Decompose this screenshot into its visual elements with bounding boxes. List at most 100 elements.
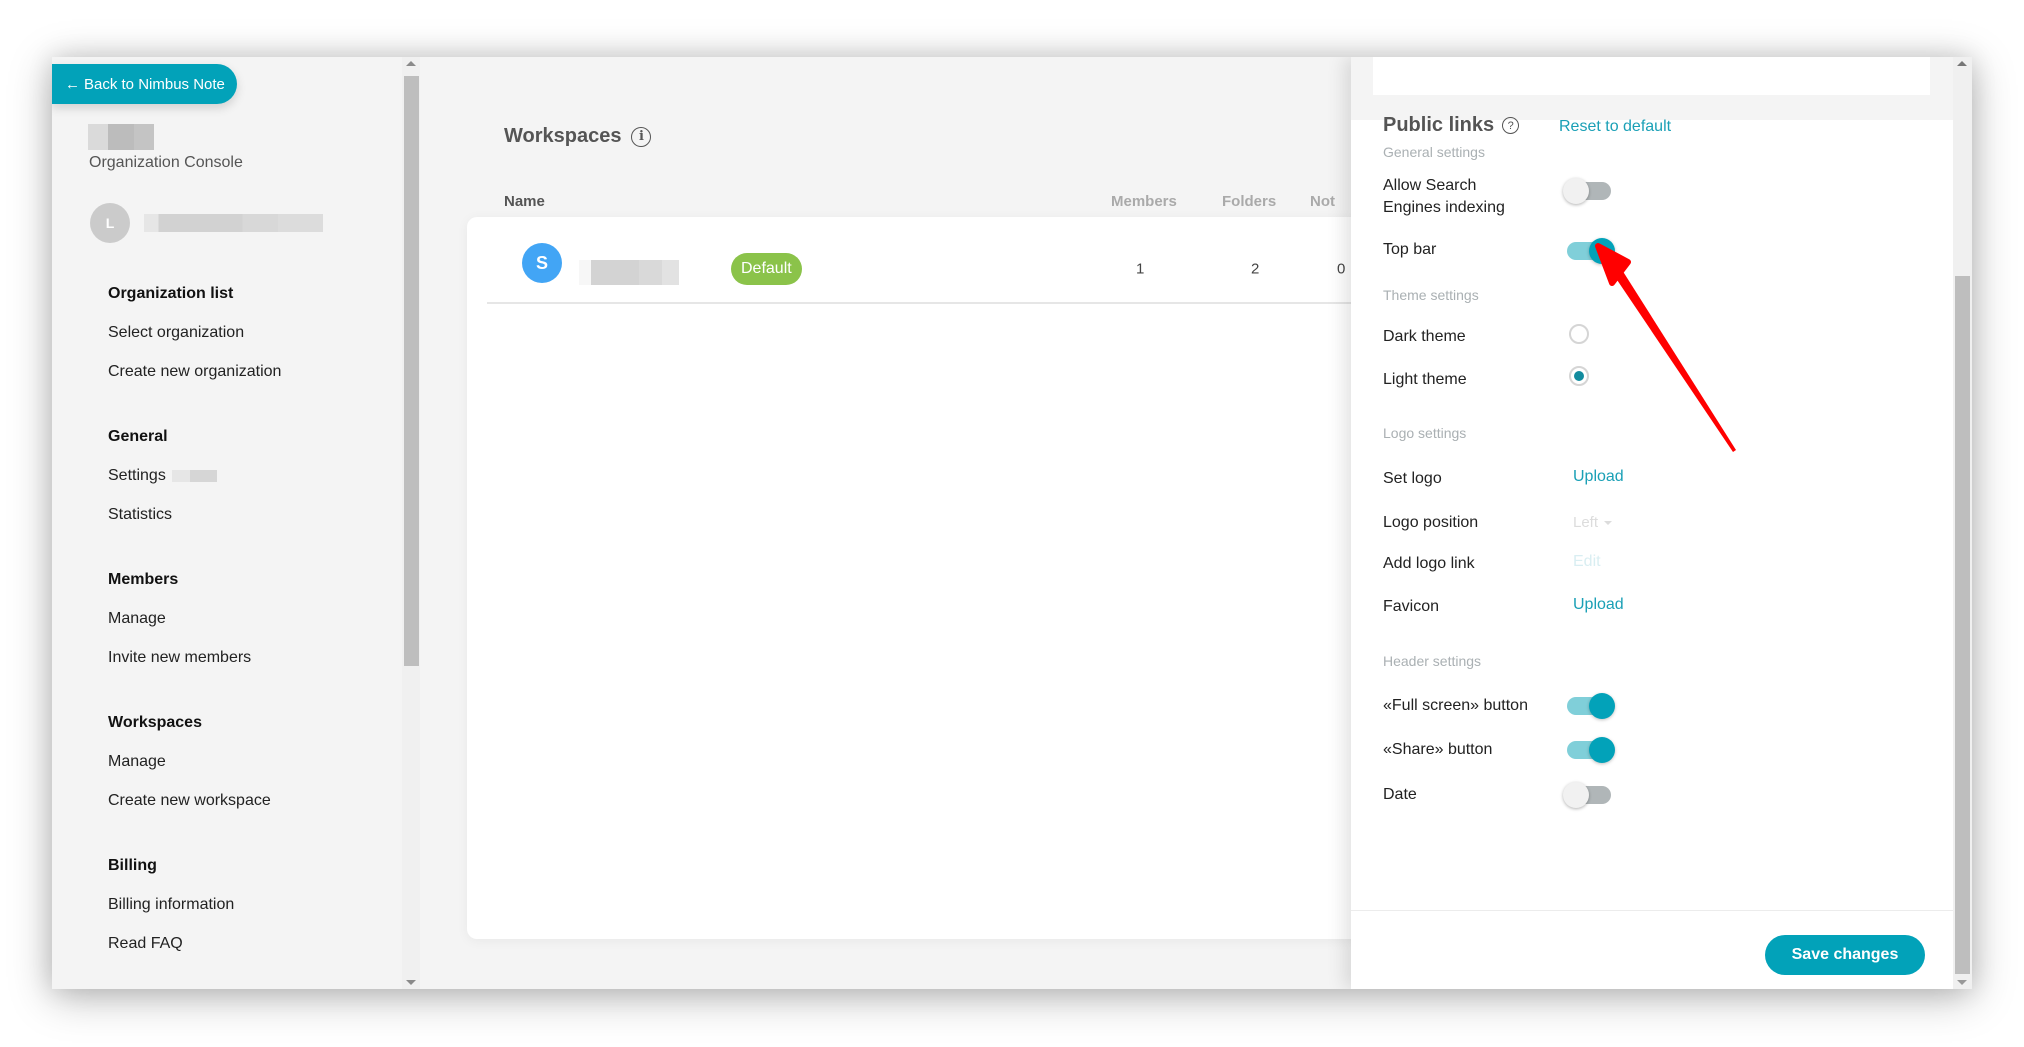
back-to-nimbus-note-button[interactable]: ← Back to Nimbus Note bbox=[52, 64, 237, 104]
workspace-avatar: S bbox=[522, 243, 562, 283]
nav-heading: Billing bbox=[108, 857, 157, 874]
nav-heading: General bbox=[108, 428, 168, 445]
scroll-up-arrow-icon[interactable] bbox=[1957, 61, 1967, 66]
nav-heading: Organization list bbox=[108, 285, 234, 302]
table-row[interactable]: S Default 1 2 0 bbox=[487, 217, 1427, 304]
nav-heading: Workspaces bbox=[108, 714, 202, 731]
add-logo-link-edit: Edit bbox=[1573, 553, 1601, 570]
panel-scrollbar[interactable] bbox=[1953, 57, 1972, 989]
light-theme-radio[interactable] bbox=[1569, 366, 1589, 386]
section-label-logo: Logo settings bbox=[1383, 425, 1467, 441]
column-header-notes[interactable]: Not bbox=[1310, 193, 1335, 210]
toggle-knob bbox=[1563, 178, 1589, 204]
setting-label-add-logo-link: Add logo link bbox=[1383, 555, 1475, 572]
page-title: Workspaces i bbox=[504, 125, 652, 148]
sidebar-item-statistics[interactable]: Statistics bbox=[108, 495, 408, 534]
sidebar-item-select-organization[interactable]: Select organization bbox=[108, 313, 408, 352]
date-toggle[interactable] bbox=[1563, 782, 1611, 808]
sidebar-item-create-new-workspace[interactable]: Create new workspace bbox=[108, 781, 408, 820]
setting-label-dark-theme: Dark theme bbox=[1383, 328, 1466, 345]
user-name-redacted bbox=[144, 214, 323, 232]
sidebar: ← Back to Nimbus Note Organization Conso… bbox=[52, 57, 420, 989]
chevron-down-icon bbox=[1604, 520, 1613, 525]
logo-position-value: Left bbox=[1573, 514, 1599, 531]
user-avatar: L bbox=[90, 203, 130, 243]
nav-group-workspaces: Workspaces Manage Create new workspace bbox=[108, 703, 408, 820]
logo-position-select: Left bbox=[1573, 514, 1613, 531]
column-header-name[interactable]: Name bbox=[504, 193, 545, 210]
reset-to-default-link[interactable]: Reset to default bbox=[1559, 118, 1671, 136]
save-changes-button[interactable]: Save changes bbox=[1765, 935, 1925, 975]
nav-group-members: Members Manage Invite new members bbox=[108, 560, 408, 677]
members-count: 1 bbox=[1136, 260, 1145, 278]
user-account[interactable]: L bbox=[90, 203, 323, 243]
column-header-folders[interactable]: Folders bbox=[1222, 193, 1276, 210]
setting-label-favicon: Favicon bbox=[1383, 598, 1440, 615]
info-icon[interactable]: i bbox=[631, 126, 652, 147]
setting-label-share-button: «Share» button bbox=[1383, 741, 1493, 758]
workspaces-table: S Default 1 2 0 bbox=[467, 217, 1427, 939]
sidebar-item-manage-workspaces[interactable]: Manage bbox=[108, 742, 408, 781]
setting-label-date: Date bbox=[1383, 786, 1417, 803]
setting-label-line: Allow Search bbox=[1383, 177, 1477, 194]
sidebar-item-create-new-organization[interactable]: Create new organization bbox=[108, 352, 408, 391]
favicon-upload-link[interactable]: Upload bbox=[1573, 596, 1624, 614]
nav-group-billing: Billing Billing information Read FAQ bbox=[108, 846, 408, 963]
setting-label-fullscreen-button: «Full screen» button bbox=[1383, 697, 1528, 714]
main-content: Workspaces i Name Members Folders Not S … bbox=[420, 57, 1427, 989]
search-indexing-toggle[interactable] bbox=[1563, 178, 1611, 204]
public-links-settings-panel: Public links ? Reset to default General … bbox=[1351, 57, 1953, 989]
organization-console-label: Organization Console bbox=[89, 154, 243, 171]
sidebar-item-label: Settings bbox=[108, 467, 166, 484]
panel-heading: Public links ? bbox=[1383, 114, 1520, 137]
section-label-header: Header settings bbox=[1383, 653, 1482, 669]
panel-title: Public links bbox=[1383, 114, 1495, 136]
sidebar-scrollbar[interactable] bbox=[402, 57, 420, 989]
toggle-knob bbox=[1589, 693, 1615, 719]
scrollbar-thumb[interactable] bbox=[1955, 276, 1970, 974]
scroll-up-arrow-icon[interactable] bbox=[406, 61, 416, 66]
toggle-knob bbox=[1589, 238, 1615, 264]
top-bar-toggle[interactable] bbox=[1567, 238, 1615, 264]
arrow-left-icon: ← bbox=[65, 75, 80, 93]
folders-count: 2 bbox=[1251, 260, 1260, 278]
workspace-name-redacted bbox=[579, 260, 679, 285]
share-button-toggle[interactable] bbox=[1567, 737, 1615, 763]
set-logo-upload-link[interactable]: Upload bbox=[1573, 468, 1624, 486]
organization-logo-redacted bbox=[88, 124, 154, 150]
nav-group-general: General Settings Statistics bbox=[108, 417, 408, 534]
app-window: ← Back to Nimbus Note Organization Conso… bbox=[52, 57, 1972, 989]
dark-theme-radio[interactable] bbox=[1569, 324, 1589, 344]
nav-heading: Members bbox=[108, 571, 179, 588]
column-header-members[interactable]: Members bbox=[1111, 193, 1177, 210]
default-badge: Default bbox=[731, 253, 802, 285]
toggle-knob bbox=[1589, 737, 1615, 763]
footer-divider bbox=[1351, 910, 1953, 911]
help-icon[interactable]: ? bbox=[1502, 117, 1520, 134]
fullscreen-button-toggle[interactable] bbox=[1567, 693, 1615, 719]
setting-label-set-logo: Set logo bbox=[1383, 470, 1442, 487]
notes-count: 0 bbox=[1337, 260, 1346, 278]
toggle-knob bbox=[1563, 782, 1589, 808]
sidebar-item-billing-information[interactable]: Billing information bbox=[108, 885, 408, 924]
page-title-text: Workspaces bbox=[504, 125, 622, 147]
sidebar-item-manage-members[interactable]: Manage bbox=[108, 599, 408, 638]
setting-label-line: Engines indexing bbox=[1383, 199, 1505, 216]
sidebar-nav: Organization list Select organization Cr… bbox=[108, 274, 408, 989]
sidebar-item-read-faq[interactable]: Read FAQ bbox=[108, 924, 408, 963]
setting-label-top-bar: Top bar bbox=[1383, 241, 1437, 258]
scroll-down-arrow-icon[interactable] bbox=[406, 980, 416, 985]
redacted-text bbox=[171, 469, 217, 482]
nav-group-organization-list: Organization list Select organization Cr… bbox=[108, 274, 408, 391]
setting-label-search-indexing: Allow Search Engines indexing bbox=[1383, 175, 1505, 219]
sidebar-item-settings[interactable]: Settings bbox=[108, 456, 408, 495]
scrollbar-thumb[interactable] bbox=[404, 76, 419, 666]
scroll-down-arrow-icon[interactable] bbox=[1957, 980, 1967, 985]
section-label-theme: Theme settings bbox=[1383, 287, 1479, 303]
setting-label-light-theme: Light theme bbox=[1383, 371, 1467, 388]
section-label-general: General settings bbox=[1383, 144, 1485, 160]
setting-label-logo-position: Logo position bbox=[1383, 514, 1479, 531]
back-button-label: Back to Nimbus Note bbox=[84, 75, 225, 93]
sidebar-item-invite-new-members[interactable]: Invite new members bbox=[108, 638, 408, 677]
previous-section-card bbox=[1373, 57, 1930, 95]
